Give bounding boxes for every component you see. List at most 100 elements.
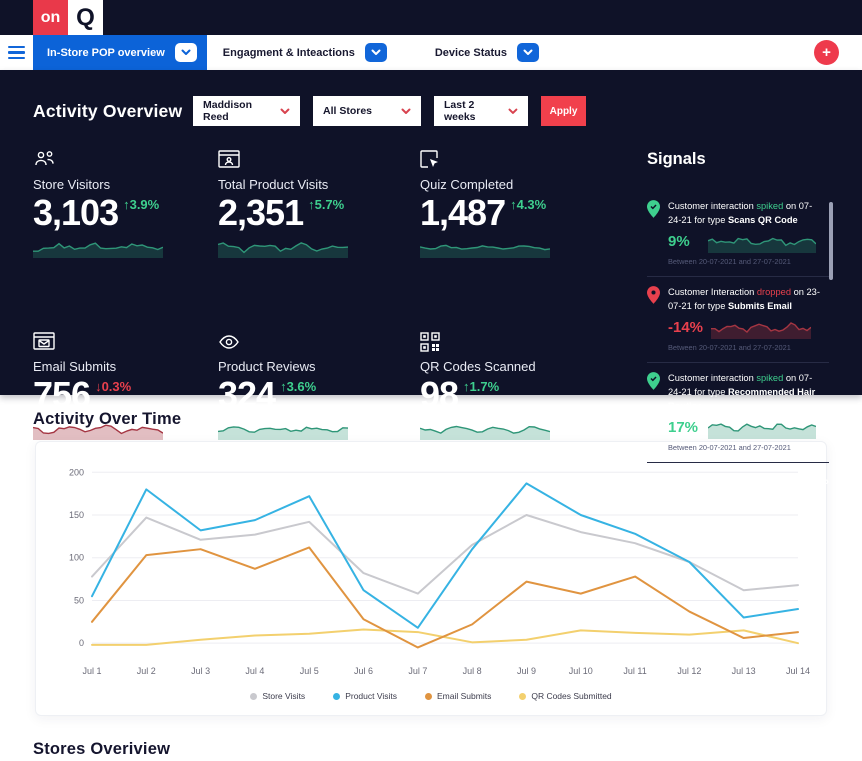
kpi-delta: ↑4.3% [510,197,546,212]
signals-panel: Signals Customer interaction spiked on 0… [647,150,829,488]
kpi-value: 1,487 [420,195,505,231]
explore-all-link[interactable]: Explore All › [647,476,829,488]
kpi-value: 324 [218,377,275,413]
svg-text:Jul 10: Jul 10 [569,666,593,676]
kpi-label: Email Submits [33,359,218,374]
hamburger-menu-icon[interactable] [8,35,33,70]
cursor-box-icon [420,150,630,172]
svg-text:Jul 6: Jul 6 [354,666,373,676]
kpi-total-product-visits: Total Product Visits 2,351 ↑5.7% [218,150,420,306]
kpi-label: Store Visitors [33,177,218,192]
people-icon [33,150,218,172]
kpi-quiz-completed: Quiz Completed 1,487 ↑4.3% [420,150,630,306]
signal-item: Customer interaction spiked on 07-24-21 … [647,363,829,463]
signal-text: Customer interaction spiked on 07-24-21 … [668,372,821,414]
kpi-sparkline [218,420,348,440]
svg-text:Jul 11: Jul 11 [623,666,646,676]
map-pin-icon [647,372,660,390]
kpi-label: Product Reviews [218,359,420,374]
svg-text:Jul 12: Jul 12 [677,666,701,676]
kpi-value: 2,351 [218,195,303,231]
logo-on-box: on [33,0,68,35]
kpi-sparkline [33,420,163,440]
kpi-delta: ↑1.7% [463,379,499,394]
legend-item[interactable]: QR Codes Submitted [519,691,611,701]
map-pin-icon [647,200,660,218]
legend-dot-icon [250,693,257,700]
signal-percent: 9% [668,233,700,250]
browser-user-icon [218,150,420,172]
kpi-label: QR Codes Scanned [420,359,630,374]
kpi-sparkline [420,238,550,258]
svg-text:Jul 3: Jul 3 [191,666,210,676]
svg-text:0: 0 [79,638,84,648]
svg-text:50: 50 [74,595,84,605]
brand-select-value: Maddison Reed [203,99,280,123]
signal-date-range: Between 20-07-2021 and 27-07-2021 [668,343,821,352]
kpi-value: 756 [33,377,90,413]
legend-label: QR Codes Submitted [531,691,611,701]
kpi-label: Total Product Visits [218,177,420,192]
kpi-value: 3,103 [33,195,118,231]
signals-scrollbar[interactable] [829,202,833,280]
kpi-delta: ↑5.7% [308,197,344,212]
signal-percent: -14% [668,319,703,336]
kpi-qr-codes-scanned: QR Codes Scanned 98 ↑1.7% [420,332,630,488]
kpi-delta: ↓0.3% [95,379,131,394]
chevron-down-icon[interactable] [175,43,197,62]
eye-icon [218,332,420,354]
nav-tab-device-status[interactable]: Device Status [429,35,545,70]
app-logo: on Q [33,0,103,35]
nav-tab-label: Device Status [435,47,507,59]
chevron-down-icon [508,108,518,115]
kpi-label: Quiz Completed [420,177,630,192]
brand-select[interactable]: Maddison Reed [193,96,300,126]
map-pin-icon [647,286,660,304]
legend-item[interactable]: Email Submits [425,691,491,701]
nav-tab-engagement-interactions[interactable]: Engagment & Inteactions [217,35,393,70]
legend-label: Product Visits [345,691,397,701]
kpi-sparkline [33,238,163,258]
signal-percent: 17% [668,419,700,436]
browser-mail-icon [33,332,218,354]
legend-item[interactable]: Store Visits [250,691,305,701]
top-bar: on Q [0,0,862,35]
nav-tab-label: In-Store POP overview [47,47,165,59]
chevron-down-icon[interactable] [365,43,387,62]
logo-q-box: Q [68,0,103,35]
nav-tab-label: Engagment & Inteactions [223,47,355,59]
legend-item[interactable]: Product Visits [333,691,397,701]
date-range-select[interactable]: Last 2 weeks [434,96,528,126]
activity-overview-panel: Activity Overview Maddison Reed All Stor… [0,70,862,395]
kpi-product-reviews: Product Reviews 324 ↑3.6% [218,332,420,488]
svg-text:Jul 13: Jul 13 [732,666,756,676]
stores-overview-title: Stores Overiview [33,740,862,759]
signal-item: Customer Interaction dropped on 23-07-21… [647,277,829,363]
apply-button[interactable]: Apply [541,96,586,126]
signal-date-range: Between 20-07-2021 and 27-07-2021 [668,443,821,452]
filters-row: Activity Overview Maddison Reed All Stor… [33,96,829,126]
signal-item: Customer interaction spiked on 07-24-21 … [647,191,829,277]
kpi-sparkline [218,238,348,258]
signal-sparkline [711,317,811,339]
kpi-sparkline [420,420,550,440]
kpi-email-submits: Email Submits 756 ↓0.3% [33,332,218,488]
kpi-grid: Store Visitors 3,103 ↑3.9% Total Product… [33,150,630,488]
chevron-right-icon: › [825,476,829,488]
nav-tab-in-store-pop-overview[interactable]: In-Store POP overview [33,35,207,70]
add-button[interactable]: + [814,40,839,65]
stores-select[interactable]: All Stores [313,96,421,126]
stores-select-value: All Stores [323,105,372,117]
date-range-value: Last 2 weeks [444,99,508,123]
legend-label: Email Submits [437,691,491,701]
signals-title: Signals [647,150,829,169]
signal-date-range: Between 20-07-2021 and 27-07-2021 [668,257,821,266]
svg-text:Jul 2: Jul 2 [137,666,156,676]
chevron-down-icon[interactable] [517,43,539,62]
activity-over-time-chart: 050100150200Jul 1Jul 2Jul 3Jul 4Jul 5Jul… [46,454,816,682]
signal-text: Customer interaction spiked on 07-24-21 … [668,200,821,228]
kpi-value: 98 [420,377,458,413]
chevron-down-icon [280,108,290,115]
activity-overview-title: Activity Overview [33,101,193,122]
signal-sparkline [708,417,816,439]
